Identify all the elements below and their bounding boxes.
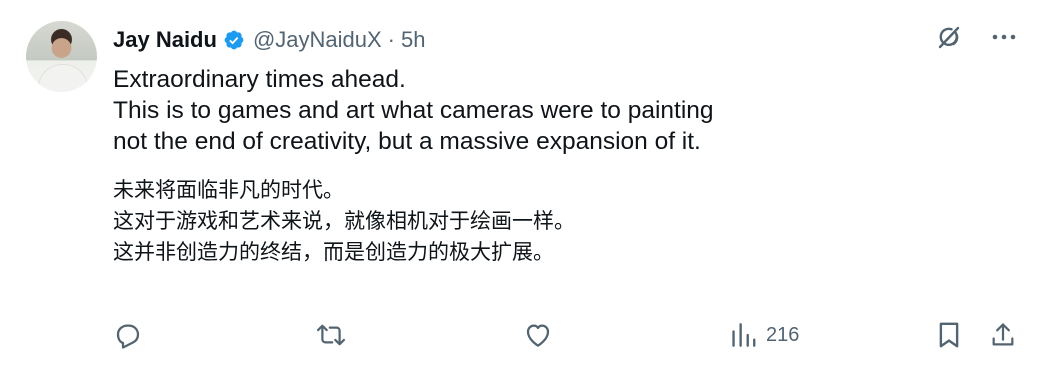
views-icon	[730, 320, 756, 350]
chinese-line-1: 未来将面临非凡的时代。	[113, 178, 344, 202]
more-icon[interactable]	[990, 23, 1018, 51]
chinese-paragraph: 未来将面临非凡的时代。 这对于游戏和艺术来说，就像相机对于绘画一样。 这并非创造…	[113, 175, 1013, 268]
like-button[interactable]	[523, 320, 553, 350]
avatar[interactable]	[26, 21, 97, 92]
english-line-1: Extraordinary times ahead.	[113, 66, 406, 93]
author-name[interactable]: Jay Naidu	[113, 27, 217, 53]
views-count: 216	[766, 323, 800, 346]
reply-button[interactable]	[113, 320, 143, 350]
tweet-header: Jay Naidu @JayNaiduX · 5h	[113, 24, 425, 56]
grok-icon[interactable]	[934, 22, 964, 52]
like-icon	[523, 320, 553, 350]
bookmark-button[interactable]	[935, 320, 963, 350]
author-handle[interactable]: @JayNaiduX	[253, 27, 382, 53]
reply-icon	[113, 320, 143, 350]
repost-button[interactable]	[315, 320, 347, 350]
tweet-body: Extraordinary times ahead. This is to ga…	[113, 64, 1013, 286]
timestamp[interactable]: 5h	[401, 27, 425, 53]
top-right-actions	[934, 22, 1018, 52]
share-icon	[989, 320, 1017, 350]
english-line-2: This is to games and art what cameras we…	[113, 97, 714, 124]
chinese-line-2: 这对于游戏和艺术来说，就像相机对于绘画一样。	[113, 209, 575, 233]
english-line-3: not the end of creativity, but a massive…	[113, 128, 701, 155]
views-button[interactable]: 216	[730, 320, 799, 350]
bookmark-icon	[935, 320, 963, 350]
avatar-shirt	[38, 64, 88, 92]
separator-dot: ·	[387, 27, 395, 52]
chinese-line-3: 这并非创造力的终结，而是创造力的极大扩展。	[113, 240, 554, 264]
verified-badge-icon[interactable]	[223, 29, 245, 51]
english-paragraph: Extraordinary times ahead. This is to ga…	[113, 64, 1013, 157]
repost-icon	[315, 320, 347, 350]
action-bar: 216	[113, 320, 1023, 352]
share-button[interactable]	[989, 320, 1017, 350]
